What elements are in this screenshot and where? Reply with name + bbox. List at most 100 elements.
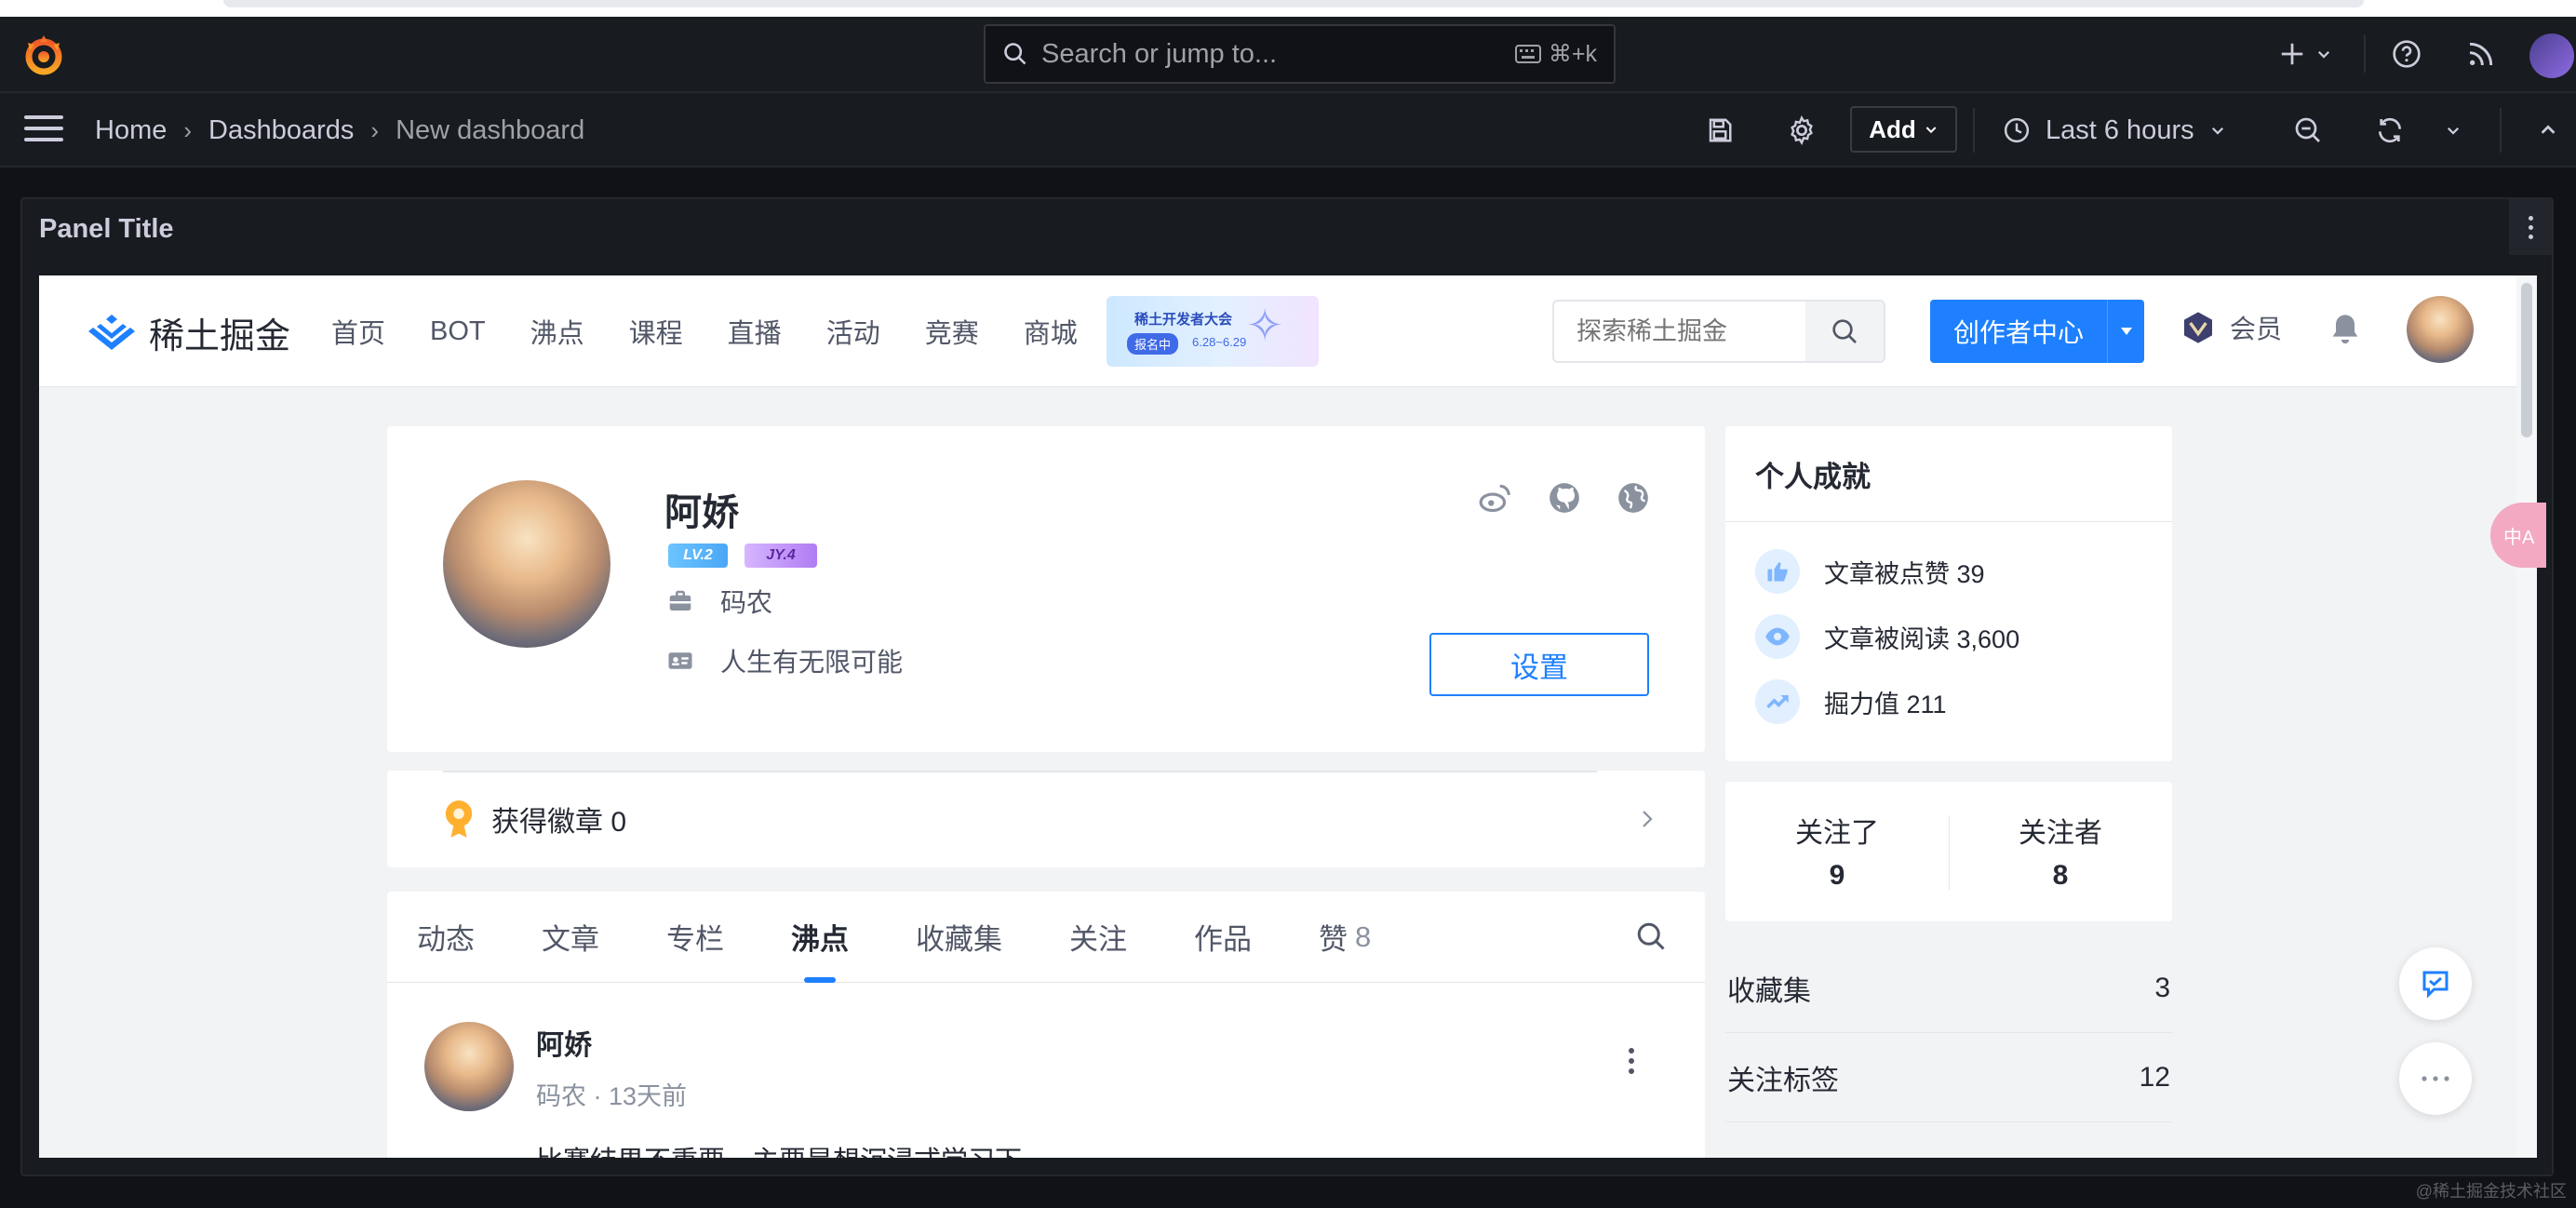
achievement-label: 文章被点赞 (1824, 559, 1950, 588)
time-picker-button[interactable]: Last 6 hours (2003, 93, 2226, 168)
tab-articles[interactable]: 文章 (542, 892, 599, 983)
feed-more-button[interactable] (1629, 1048, 1634, 1074)
badges-card[interactable]: 获得徽章 0 (387, 771, 1705, 867)
nav-link-contests[interactable]: 竞赛 (925, 312, 979, 351)
tab-works[interactable]: 作品 (1194, 892, 1252, 983)
browser-address-pill (223, 0, 2364, 7)
breadcrumb: Home › Dashboards › New dashboard (95, 93, 584, 168)
tab-following[interactable]: 关注 (1069, 892, 1127, 983)
globe-icon[interactable] (1616, 480, 1651, 516)
stat-value: 3 (2154, 972, 2170, 1003)
plus-icon (2281, 43, 2303, 65)
level-badge[interactable]: LV.2 (668, 544, 728, 568)
collections-stat-row[interactable]: 收藏集 3 (1725, 944, 2172, 1033)
profile-social-links (1478, 480, 1651, 516)
tab-likes[interactable]: 赞8 (1319, 892, 1371, 983)
conference-banner[interactable]: ✧ 稀土开发者大会 报名中 6.28~6.29 (1107, 296, 1319, 367)
nav-link-home[interactable]: 首页 (331, 312, 385, 351)
feedback-button[interactable] (2399, 947, 2472, 1020)
new-menu-button[interactable] (2278, 35, 2332, 73)
chevron-right-icon (1643, 811, 1653, 827)
nav-link-pins[interactable]: 沸点 (530, 312, 584, 351)
notification-bell-icon[interactable] (2327, 311, 2364, 350)
collapse-toolbar-button[interactable] (2529, 112, 2567, 149)
badges-row: 获得徽章 0 (443, 771, 626, 867)
banner-tag: 报名中 (1127, 333, 1179, 355)
creator-center-label: 创作者中心 (1952, 318, 2084, 347)
tab-collections[interactable]: 收藏集 (916, 892, 1002, 983)
search-shortcut: ⌘+k (1514, 40, 1597, 68)
search-icon (1004, 43, 1026, 65)
feed-author-avatar[interactable] (424, 1022, 514, 1111)
id-card-icon (668, 652, 692, 669)
nav-link-bot[interactable]: BOT (430, 316, 486, 347)
weibo-icon[interactable] (1478, 480, 1513, 516)
refresh-interval-dropdown[interactable] (2435, 112, 2472, 149)
panel-title[interactable]: Panel Title (39, 214, 174, 245)
scrollbar[interactable] (2516, 275, 2537, 1158)
nav-link-events[interactable]: 活动 (826, 312, 880, 351)
medal-icon (445, 800, 473, 838)
help-icon[interactable] (2392, 39, 2422, 69)
tab-columns[interactable]: 专栏 (666, 892, 724, 983)
nav-link-shop[interactable]: 商城 (1024, 312, 1078, 351)
creator-center-button[interactable]: 创作者中心 (1930, 300, 2144, 363)
vip-link[interactable]: 会员 (2180, 309, 2282, 346)
tab-likes-count: 8 (1355, 919, 1372, 953)
save-dashboard-button[interactable] (1701, 112, 1738, 149)
breadcrumb-home[interactable]: Home (95, 115, 167, 146)
followers-stat[interactable]: 关注者 8 (1967, 810, 2153, 892)
achievement-label: 掘力值 (1824, 690, 1899, 718)
more-options-button[interactable] (2399, 1042, 2472, 1115)
achievement-value: 39 (1956, 559, 1985, 588)
chevron-down-icon (1925, 127, 1937, 134)
trend-up-icon (1755, 679, 1800, 724)
refresh-icon (2379, 117, 2401, 143)
zoom-out-button[interactable] (2289, 112, 2327, 149)
followers-label: 关注者 (2019, 818, 2102, 849)
tab-pins[interactable]: 沸点 (791, 892, 849, 983)
news-feed-icon[interactable] (2466, 39, 2496, 69)
tab-activity[interactable]: 动态 (417, 892, 475, 983)
tab-label: 赞 (1319, 923, 1348, 956)
add-panel-button[interactable]: Add (1850, 106, 1957, 153)
grafana-logo-icon[interactable] (20, 32, 67, 78)
stat-value: 12 (2139, 1061, 2170, 1093)
search-input[interactable]: Search or jump to... ⌘+k (984, 24, 1616, 84)
jy-badge[interactable]: JY.4 (745, 544, 817, 568)
juejin-nav-links: 首页 BOT 沸点 课程 直播 活动 竞赛 商城 (331, 275, 1122, 387)
dashboard-settings-button[interactable] (1783, 112, 1820, 149)
user-avatar[interactable] (2529, 34, 2574, 78)
scrollbar-thumb[interactable] (2521, 283, 2532, 437)
juejin-logo-icon (88, 314, 135, 350)
menu-icon[interactable] (24, 115, 63, 143)
panel-menu-button[interactable] (2509, 199, 2552, 255)
nav-link-live[interactable]: 直播 (728, 312, 782, 351)
juejin-logo-text: 稀土掘金 (149, 315, 291, 356)
juejin-search-button[interactable] (1805, 302, 1884, 361)
watermark: @稀土掘金技术社区 (2415, 1182, 2567, 1201)
juejin-user-avatar[interactable] (2407, 296, 2474, 363)
juejin-logo[interactable]: 稀土掘金 (86, 307, 290, 358)
juejin-search-input[interactable] (1554, 302, 1805, 361)
breadcrumb-dashboards[interactable]: Dashboards (208, 115, 354, 146)
settings-button[interactable]: 设置 (1429, 633, 1649, 696)
nav-link-courses[interactable]: 课程 (629, 312, 683, 351)
profile-name: 阿娇 (664, 492, 739, 533)
achievement-label: 文章被阅读 (1824, 624, 1950, 653)
caret-down-icon (2120, 328, 2132, 335)
refresh-button[interactable] (2371, 112, 2408, 149)
follow-divider (1949, 815, 1950, 890)
creator-dropdown-button[interactable] (2107, 300, 2144, 363)
add-button-label: Add (1869, 114, 1916, 143)
profile-avatar[interactable] (443, 480, 610, 648)
feed-author-name[interactable]: 阿娇 (536, 1022, 592, 1063)
github-icon[interactable] (1547, 480, 1582, 516)
feed-text: 比赛结果不重要，主要是想沉浸式学习下 (536, 1139, 1022, 1158)
tags-stat-row[interactable]: 关注标签 12 (1725, 1033, 2172, 1122)
search-icon[interactable] (1634, 919, 1668, 953)
following-label: 关注了 (1795, 818, 1879, 849)
chevron-down-icon (2447, 127, 2460, 135)
briefcase-icon (669, 590, 691, 611)
following-stat[interactable]: 关注了 9 (1744, 810, 1930, 892)
